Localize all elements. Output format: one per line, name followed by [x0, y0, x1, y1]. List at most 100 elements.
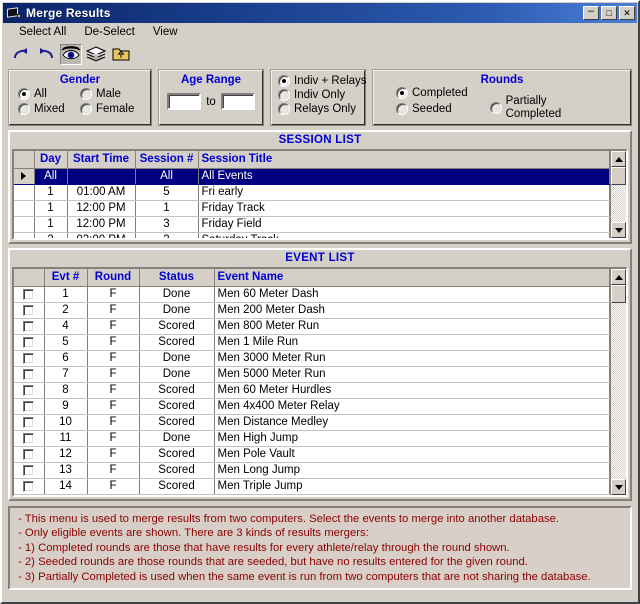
row-checkbox-icon[interactable]	[23, 288, 35, 300]
table-row[interactable]: 5 F Scored Men 1 Mile Run	[14, 334, 610, 351]
rounds-radio-partially-completed[interactable]: Partially Completed	[489, 95, 561, 121]
menu-de-select[interactable]: De-Select	[75, 25, 144, 39]
title-bar[interactable]: Merge Results – □ ✕	[3, 3, 637, 23]
row-checkbox-icon[interactable]	[23, 464, 35, 476]
export-folder-button[interactable]	[110, 44, 132, 65]
session-col-session-title[interactable]: Session Title	[198, 151, 610, 169]
event-col-evt-num[interactable]: Evt #	[44, 269, 88, 287]
event-cell-checkbox[interactable]	[14, 302, 45, 319]
row-checkbox-icon[interactable]	[23, 384, 35, 396]
table-row[interactable]: 1 12:00 PM 1 Friday Track	[14, 200, 610, 217]
row-checkbox-icon[interactable]	[23, 368, 35, 380]
table-row[interactable]: 1 01:00 AM 5 Fri early	[14, 184, 610, 201]
event-col-checkbox[interactable]	[14, 269, 45, 287]
scroll-down-button[interactable]	[611, 479, 626, 495]
row-checkbox-icon[interactable]	[23, 497, 34, 498]
row-checkbox-icon[interactable]	[23, 320, 35, 332]
table-row[interactable]: 12 F Scored Men Pole Vault	[14, 446, 610, 463]
gender-radio-mixed[interactable]: Mixed	[18, 103, 80, 115]
gender-radio-female[interactable]: Female	[80, 103, 134, 115]
event-cell-checkbox[interactable]	[14, 430, 45, 447]
age-from-input[interactable]	[167, 93, 202, 110]
maximize-button[interactable]: □	[601, 6, 617, 20]
session-col-day[interactable]: Day	[34, 151, 68, 169]
table-row[interactable]: 9 F Scored Men 4x400 Meter Relay	[14, 398, 610, 415]
gender-group-label: Gender	[59, 74, 101, 86]
session-list-panel: SESSION LIST Day Start Time Session # Se…	[8, 130, 632, 244]
table-row[interactable]: 2 02:00 PM 2 Saturday Track	[14, 232, 610, 238]
event-cell-checkbox[interactable]	[14, 286, 45, 303]
row-checkbox-icon[interactable]	[23, 352, 35, 364]
scroll-thumb[interactable]	[611, 167, 626, 185]
table-row[interactable]: 6 F Done Men 3000 Meter Run	[14, 350, 610, 367]
menu-select-all[interactable]: Select All	[10, 25, 75, 39]
table-row[interactable]: 1 12:00 PM 3 Friday Field	[14, 216, 610, 233]
table-row[interactable]: 8 F Scored Men 60 Meter Hurdles	[14, 382, 610, 399]
table-row[interactable]: All All All Events	[14, 168, 610, 185]
row-checkbox-icon[interactable]	[23, 304, 35, 316]
table-row[interactable]: 11 F Done Men High Jump	[14, 430, 610, 447]
row-checkbox-icon[interactable]	[23, 400, 35, 412]
menu-view[interactable]: View	[144, 25, 187, 39]
session-list-scrollbar[interactable]	[610, 151, 626, 238]
scroll-up-button[interactable]	[611, 269, 626, 285]
event-cell-status: Done	[139, 430, 215, 447]
row-checkbox-icon[interactable]	[23, 432, 35, 444]
arrow-up-icon	[614, 274, 623, 280]
table-row[interactable]: 2 F Done Men 200 Meter Dash	[14, 302, 610, 319]
session-table-body: All All All Events 1 01:00 AM 5 Fri earl	[14, 168, 610, 238]
event-cell-status: Scored	[139, 414, 215, 431]
event-list-scrollbar[interactable]	[610, 269, 626, 495]
row-checkbox-icon[interactable]	[23, 448, 35, 460]
gender-radio-all[interactable]: All	[18, 88, 80, 100]
scroll-up-button[interactable]	[611, 151, 626, 167]
table-row[interactable]: 15 F Scored Men Shot Put	[14, 494, 610, 498]
event-col-status[interactable]: Status	[139, 269, 215, 287]
session-col-indicator[interactable]	[14, 151, 35, 169]
event-cell-checkbox[interactable]	[14, 494, 45, 498]
event-cell-checkbox[interactable]	[14, 318, 45, 335]
row-checkbox-icon[interactable]	[23, 336, 35, 348]
table-row[interactable]: 10 F Scored Men Distance Medley	[14, 414, 610, 431]
table-row[interactable]: 7 F Done Men 5000 Meter Run	[14, 366, 610, 383]
event-cell-checkbox[interactable]	[14, 398, 45, 415]
rounds-radio-seeded[interactable]: Seeded	[396, 103, 468, 115]
event-cell-checkbox[interactable]	[14, 446, 45, 463]
table-row[interactable]: 13 F Scored Men Long Jump	[14, 462, 610, 479]
session-col-start-time[interactable]: Start Time	[67, 151, 136, 169]
merge-layers-button[interactable]	[85, 44, 107, 65]
undo-button[interactable]	[35, 44, 57, 65]
event-cell-round: F	[87, 366, 140, 383]
event-cell-checkbox[interactable]	[14, 350, 45, 367]
event-cell-checkbox[interactable]	[14, 382, 45, 399]
scroll-down-button[interactable]	[611, 222, 626, 238]
rounds-radio-completed[interactable]: Completed	[396, 87, 468, 99]
minimize-button[interactable]: –	[583, 6, 599, 20]
session-col-session-num[interactable]: Session #	[135, 151, 199, 169]
row-checkbox-icon[interactable]	[23, 480, 35, 492]
event-cell-checkbox[interactable]	[14, 462, 45, 479]
age-to-input[interactable]	[220, 93, 255, 110]
event-col-round[interactable]: Round	[87, 269, 140, 287]
gender-radio-male[interactable]: Male	[80, 88, 121, 100]
table-row[interactable]: 14 F Scored Men Triple Jump	[14, 478, 610, 495]
event-cell-round: F	[87, 302, 140, 319]
row-checkbox-icon[interactable]	[23, 416, 35, 428]
event-cell-checkbox[interactable]	[14, 478, 45, 495]
table-row[interactable]: 1 F Done Men 60 Meter Dash	[14, 286, 610, 303]
scroll-thumb[interactable]	[611, 285, 626, 303]
scroll-track[interactable]	[611, 285, 626, 479]
type-radio-indiv-relays[interactable]: Indiv + Relays	[278, 75, 367, 87]
type-radio-indiv-only[interactable]: Indiv Only	[278, 89, 364, 101]
event-cell-name: Men 4x400 Meter Relay	[214, 398, 610, 415]
event-cell-checkbox[interactable]	[14, 366, 45, 383]
event-col-event-name[interactable]: Event Name	[214, 269, 610, 287]
close-button[interactable]: ✕	[619, 6, 635, 20]
scroll-track[interactable]	[611, 167, 626, 222]
type-radio-relays-only[interactable]: Relays Only	[278, 103, 364, 115]
event-cell-checkbox[interactable]	[14, 334, 45, 351]
preview-button[interactable]	[60, 43, 82, 65]
table-row[interactable]: 4 F Scored Men 800 Meter Run	[14, 318, 610, 335]
redo-button[interactable]	[10, 44, 32, 65]
event-cell-checkbox[interactable]	[14, 414, 45, 431]
